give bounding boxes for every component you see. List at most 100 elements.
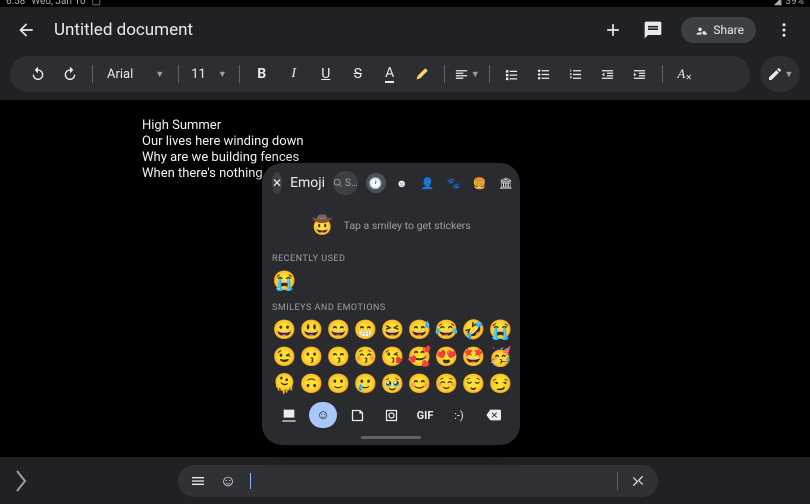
chevron-down-icon: ▼ [155, 69, 164, 80]
font-size: 11 [191, 67, 206, 82]
emoji-item[interactable]: 😀 [272, 317, 297, 342]
text-cursor [250, 473, 251, 489]
emoji-tab-objects[interactable]: 🏛 [496, 173, 516, 193]
emoji-item[interactable]: 🤩 [461, 344, 486, 369]
emoji-picker: ✕ Emoji S… 🕐 ☻ 👤 🐾 🍔 🏛 🤠 Tap a smiley to… [262, 163, 520, 445]
bullet-list-button[interactable] [530, 60, 558, 88]
gif-mode-button[interactable]: GIF [411, 402, 439, 428]
checklist-button[interactable] [498, 60, 526, 88]
font-selector[interactable]: Arial ▼ [101, 67, 170, 82]
chevron-down-icon: ▼ [218, 69, 227, 80]
status-date: Wed, Jan 10 [31, 0, 85, 7]
emoji-item[interactable]: 😭 [272, 268, 297, 293]
keyboard-collapse-button[interactable] [275, 402, 303, 428]
bottom-input-bar: ☺ [0, 456, 810, 504]
emoji-item[interactable]: 😁 [353, 317, 378, 342]
emoji-item[interactable]: 😂 [434, 317, 459, 342]
emoji-search[interactable]: S… [333, 171, 358, 195]
screenshot-icon: ▢ [92, 0, 101, 7]
textface-mode-button[interactable]: :-) [445, 402, 473, 428]
emoji-item[interactable]: 😘 [380, 344, 405, 369]
comments-button[interactable] [641, 18, 665, 42]
undo-button[interactable] [24, 60, 52, 88]
back-button[interactable] [14, 18, 38, 42]
document-canvas[interactable]: High Summer Our lives here winding down … [0, 100, 810, 456]
text-color-button[interactable]: A [376, 60, 404, 88]
emoji-item[interactable]: ☺️ [434, 371, 459, 396]
emoji-item[interactable]: 😭 [488, 317, 513, 342]
emoji-tab-recent[interactable]: 🕐 [366, 173, 386, 193]
emoji-tab-people[interactable]: 👤 [418, 173, 438, 193]
font-name: Arial [107, 67, 133, 82]
recent-label: RECENTLY USED [272, 254, 510, 264]
emoji-item[interactable]: 🫠 [272, 371, 297, 396]
emoji-item[interactable]: 😅 [407, 317, 432, 342]
emoji-item[interactable]: 🥳 [488, 344, 513, 369]
emoji-button[interactable]: ☺ [218, 471, 238, 491]
format-toolbar: Arial ▼ 11 ▼ B I U S A ▼ A✕ [10, 56, 750, 92]
app-header: Untitled document Share [0, 7, 810, 52]
share-button[interactable]: Share [681, 17, 756, 43]
bitmoji-mode-button[interactable] [377, 402, 405, 428]
emoji-item[interactable]: 😙 [326, 344, 351, 369]
emoji-item[interactable]: 😃 [299, 317, 324, 342]
emoji-item[interactable]: 🙃 [299, 371, 324, 396]
emoji-item[interactable]: 😍 [434, 344, 459, 369]
network-icon: ◢ [774, 0, 782, 7]
emoji-item[interactable]: 😏 [488, 371, 513, 396]
sticker-hint-text: Tap a smiley to get stickers [344, 219, 471, 232]
emoji-item[interactable]: 🥰 [407, 344, 432, 369]
chevron-down-icon: ▼ [785, 69, 794, 80]
share-label: Share [713, 23, 744, 37]
emoji-item[interactable]: 😌 [461, 371, 486, 396]
strikethrough-button[interactable]: S [344, 60, 372, 88]
status-time: 6:58 [6, 0, 25, 7]
align-button[interactable]: ▼ [453, 60, 481, 88]
font-size-selector[interactable]: 11 ▼ [187, 67, 231, 82]
emoji-tab-activity[interactable]: 🐾 [444, 173, 464, 193]
edit-handle-icon[interactable] [10, 461, 32, 501]
emoji-item[interactable]: 😊 [407, 371, 432, 396]
emoji-item[interactable]: 😄 [326, 317, 351, 342]
search-placeholder: S… [345, 178, 358, 189]
italic-button[interactable]: I [280, 60, 308, 88]
emoji-item[interactable]: 😗 [299, 344, 324, 369]
close-button[interactable]: ✕ [272, 172, 282, 194]
smileys-label: SMILEYS AND EMOTIONS [272, 303, 510, 313]
emoji-item[interactable]: 😚 [353, 344, 378, 369]
underline-button[interactable]: U [312, 60, 340, 88]
emoji-item[interactable]: 🥲 [353, 371, 378, 396]
emoji-tab-food[interactable]: 🍔 [470, 173, 490, 193]
sticker-mode-button[interactable] [343, 402, 371, 428]
draw-button[interactable]: ▼ [760, 56, 800, 92]
toolbar-container: Arial ▼ 11 ▼ B I U S A ▼ A✕ ▼ [0, 52, 810, 100]
numbered-list-button[interactable] [562, 60, 590, 88]
collapse-button[interactable] [628, 471, 648, 491]
emoji-item[interactable]: 🥹 [380, 371, 405, 396]
emoji-tab-smileys[interactable]: ☻ [392, 173, 412, 193]
sticker-icon: 🤠 [311, 215, 333, 236]
bold-button[interactable]: B [248, 60, 276, 88]
text-line: Our lives here winding down [142, 134, 304, 150]
emoji-item[interactable]: 🤣 [461, 317, 486, 342]
clear-format-button[interactable]: A✕ [671, 60, 699, 88]
redo-button[interactable] [56, 60, 84, 88]
drag-handle[interactable] [361, 436, 421, 439]
menu-button[interactable] [188, 471, 208, 491]
indent-increase-button[interactable] [626, 60, 654, 88]
battery-pct: 39% [785, 0, 804, 7]
backspace-button[interactable] [479, 402, 507, 428]
emoji-mode-button[interactable]: ☺ [309, 402, 337, 428]
more-button[interactable] [772, 18, 796, 42]
document-title[interactable]: Untitled document [54, 20, 585, 40]
add-button[interactable] [601, 18, 625, 42]
emoji-title: Emoji [290, 175, 325, 191]
sticker-hint[interactable]: 🤠 Tap a smiley to get stickers [262, 201, 520, 250]
indent-decrease-button[interactable] [594, 60, 622, 88]
emoji-item[interactable]: 🙂 [326, 371, 351, 396]
quick-input-bar[interactable]: ☺ [178, 465, 658, 497]
text-line: High Summer [142, 118, 304, 134]
emoji-item[interactable]: 😉 [272, 344, 297, 369]
highlight-button[interactable] [408, 60, 436, 88]
emoji-item[interactable]: 😆 [380, 317, 405, 342]
